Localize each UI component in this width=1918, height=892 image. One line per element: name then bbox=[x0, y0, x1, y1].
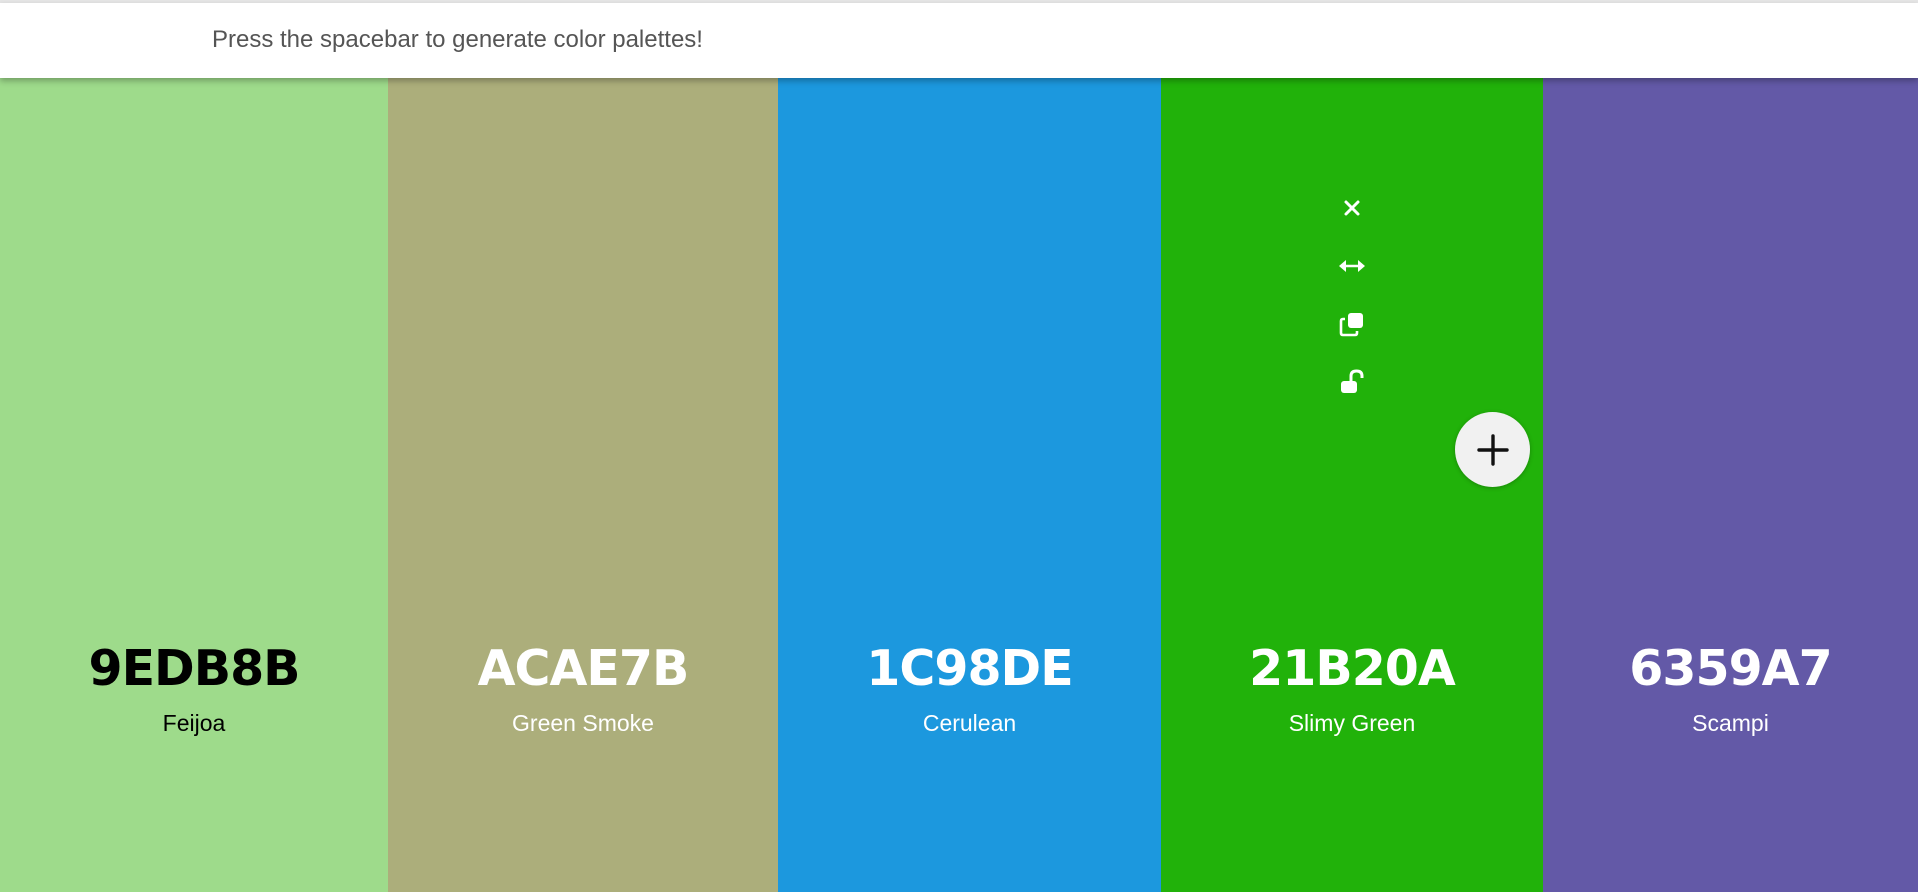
hex-code[interactable]: 1C98DE bbox=[778, 644, 1161, 693]
color-name: Green Smoke bbox=[512, 710, 654, 736]
close-icon[interactable] bbox=[1332, 188, 1372, 228]
color-name: Feijoa bbox=[162, 710, 226, 736]
color-swatch-3[interactable]: 1C98DE Cerulean bbox=[778, 78, 1161, 892]
palette: 9EDB8B Feijoa ACAE7B Green Smoke 1C98DE … bbox=[0, 78, 1918, 892]
hex-code[interactable]: 9EDB8B bbox=[0, 644, 388, 693]
hex-code[interactable]: 21B20A bbox=[1161, 644, 1543, 693]
header-bar: Press the spacebar to generate color pal… bbox=[0, 3, 1918, 78]
color-swatch-2[interactable]: ACAE7B Green Smoke bbox=[388, 78, 778, 892]
add-color-button[interactable] bbox=[1455, 412, 1530, 487]
plus-icon bbox=[1476, 433, 1509, 466]
hex-code[interactable]: ACAE7B bbox=[388, 644, 778, 693]
swatch-toolbar bbox=[1161, 188, 1543, 420]
unlock-icon[interactable] bbox=[1332, 362, 1372, 402]
instruction-text: Press the spacebar to generate color pal… bbox=[212, 26, 703, 53]
color-swatch-5[interactable]: 6359A7 Scampi bbox=[1543, 78, 1918, 892]
color-name: Cerulean bbox=[922, 710, 1017, 736]
color-name: Slimy Green bbox=[1288, 710, 1416, 736]
hex-code[interactable]: 6359A7 bbox=[1543, 644, 1918, 693]
color-name: Scampi bbox=[1692, 710, 1769, 736]
color-swatch-1[interactable]: 9EDB8B Feijoa bbox=[0, 78, 388, 892]
drag-arrows-icon[interactable] bbox=[1332, 246, 1372, 286]
copy-icon[interactable] bbox=[1332, 304, 1372, 344]
